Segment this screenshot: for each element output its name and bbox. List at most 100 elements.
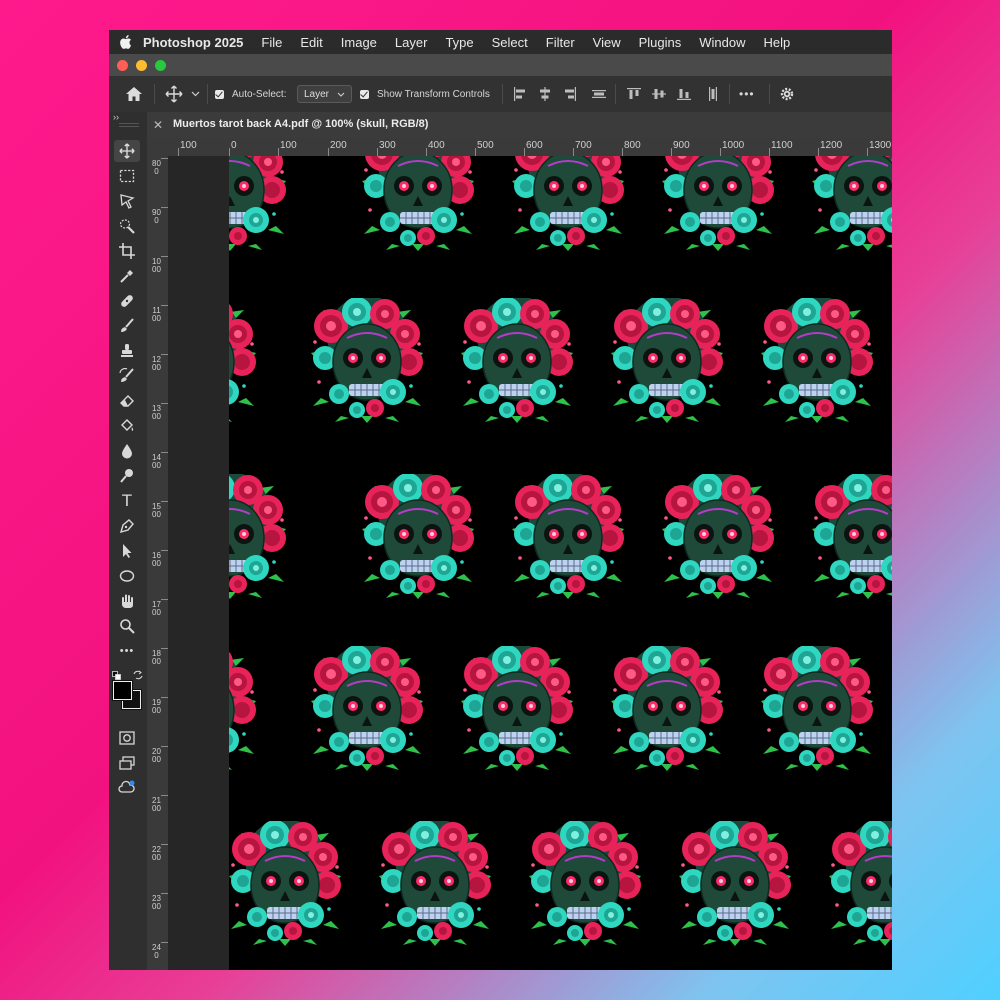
- swap-colors-icon[interactable]: [133, 667, 143, 685]
- skull-motif: [662, 156, 774, 251]
- show-transform-label: Show Transform Controls: [377, 88, 490, 100]
- distribute-vertical-icon[interactable]: [706, 76, 720, 112]
- gear-icon[interactable]: [779, 76, 795, 112]
- document-canvas[interactable]: [229, 156, 892, 970]
- more-options-button[interactable]: •••: [739, 76, 755, 112]
- close-tab-button[interactable]: ✕: [153, 118, 163, 132]
- menu-type[interactable]: Type: [445, 35, 473, 50]
- menu-select[interactable]: Select: [492, 35, 528, 50]
- skull-motif: [679, 821, 791, 946]
- move-tool-preset-icon[interactable]: [165, 76, 183, 112]
- show-transform-checkbox[interactable]: [360, 76, 369, 112]
- history-brush-tool-icon[interactable]: [114, 365, 140, 387]
- healing-brush-tool-icon[interactable]: [114, 290, 140, 312]
- skull-motif: [379, 821, 491, 946]
- ellipse-tool-icon[interactable]: [114, 565, 140, 587]
- chevron-down-icon: [337, 92, 345, 97]
- eyedropper-tool-icon[interactable]: [114, 265, 140, 287]
- foreground-color-swatch[interactable]: [112, 680, 133, 701]
- horizontal-ruler[interactable]: 100 0 100 200 300 400 500 600 700 800 900 1000 1100 1…: [168, 138, 892, 156]
- dodge-tool-icon[interactable]: [114, 465, 140, 487]
- tools-panel-header: ››: [109, 112, 147, 138]
- menu-edit[interactable]: Edit: [300, 35, 322, 50]
- apple-icon[interactable]: [109, 34, 143, 50]
- align-middle-icon[interactable]: [652, 76, 666, 112]
- auto-select-checkbox[interactable]: [215, 76, 224, 112]
- ruler-label: 1300: [869, 140, 892, 151]
- vertical-ruler[interactable]: 800 900 1000 1100 1200 1300 1400 1500 1600 1700 18…: [147, 156, 168, 970]
- menu-filter[interactable]: Filter: [546, 35, 575, 50]
- skull-motif: [812, 156, 892, 251]
- pen-tool-icon[interactable]: [114, 515, 140, 537]
- distribute-horizontal-icon[interactable]: [592, 76, 606, 112]
- edit-toolbar-button[interactable]: •••: [114, 640, 140, 662]
- ruler-label: 1300: [152, 404, 161, 421]
- panel-grip[interactable]: [119, 123, 139, 127]
- move-tool-icon[interactable]: [114, 140, 140, 162]
- skull-motif: [461, 298, 573, 423]
- quick-mask-icon[interactable]: [114, 727, 140, 749]
- align-right-icon[interactable]: [563, 76, 577, 112]
- ruler-tick: [178, 148, 179, 156]
- clone-stamp-tool-icon[interactable]: [114, 340, 140, 362]
- menu-view[interactable]: View: [593, 35, 621, 50]
- ruler-origin[interactable]: [147, 138, 168, 156]
- ruler-label: 100: [180, 140, 197, 151]
- marquee-tool-icon[interactable]: [114, 165, 140, 187]
- hand-tool-icon[interactable]: [114, 590, 140, 612]
- ruler-tick: [328, 148, 329, 156]
- align-left-icon[interactable]: [513, 76, 527, 112]
- menu-help[interactable]: Help: [764, 35, 791, 50]
- skull-motif: [229, 474, 286, 599]
- close-window-button[interactable]: [117, 60, 128, 71]
- minimize-window-button[interactable]: [136, 60, 147, 71]
- app-menu[interactable]: Photoshop 2025: [143, 35, 243, 50]
- paint-bucket-tool-icon[interactable]: [114, 415, 140, 437]
- ruler-tick: [229, 148, 230, 156]
- ruler-tick: [161, 942, 168, 943]
- ruler-label: 1400: [152, 453, 161, 470]
- menu-image[interactable]: Image: [341, 35, 377, 50]
- ruler-label: 1800: [152, 649, 161, 666]
- eraser-tool-icon[interactable]: [114, 390, 140, 412]
- type-tool-icon[interactable]: T: [114, 490, 140, 512]
- lasso-tool-icon[interactable]: [114, 190, 140, 212]
- crop-tool-icon[interactable]: [114, 240, 140, 262]
- align-top-icon[interactable]: [627, 76, 641, 112]
- ruler-label: 300: [379, 140, 396, 151]
- ruler-label: 1500: [152, 502, 161, 519]
- ruler-tick: [161, 305, 168, 306]
- ruler-label: 1200: [820, 140, 843, 151]
- ruler-tick: [426, 148, 427, 156]
- menu-layer[interactable]: Layer: [395, 35, 428, 50]
- share-cloud-icon[interactable]: [114, 777, 140, 799]
- ruler-tick: [161, 746, 168, 747]
- path-select-tool-icon[interactable]: [114, 540, 140, 562]
- align-bottom-icon[interactable]: [677, 76, 691, 112]
- ruler-label: 500: [477, 140, 494, 151]
- home-icon[interactable]: [125, 76, 143, 112]
- collapse-panel-button[interactable]: ››: [113, 112, 119, 122]
- ruler-tick: [161, 501, 168, 502]
- skull-motif: [229, 646, 256, 771]
- screen-mode-icon[interactable]: [114, 752, 140, 774]
- menu-file[interactable]: File: [261, 35, 282, 50]
- document-tab[interactable]: ✕ Muertos tarot back A4.pdf @ 100% (skul…: [147, 112, 892, 138]
- menu-plugins[interactable]: Plugins: [639, 35, 682, 50]
- ruler-tick: [161, 452, 168, 453]
- ruler-label: 900: [673, 140, 690, 151]
- window-titlebar: [109, 54, 892, 76]
- brush-tool-icon[interactable]: [114, 315, 140, 337]
- auto-select-dropdown[interactable]: Layer: [297, 76, 353, 112]
- ruler-label: 1900: [152, 698, 161, 715]
- zoom-window-button[interactable]: [155, 60, 166, 71]
- auto-select-label: Auto-Select:: [232, 88, 287, 100]
- menu-window[interactable]: Window: [699, 35, 745, 50]
- blur-tool-icon[interactable]: [114, 440, 140, 462]
- chevron-down-icon[interactable]: [191, 76, 200, 112]
- quick-select-tool-icon[interactable]: [114, 215, 140, 237]
- zoom-tool-icon[interactable]: [114, 615, 140, 637]
- align-center-icon[interactable]: [538, 76, 552, 112]
- ruler-label: 800: [624, 140, 641, 151]
- ruler-tick: [161, 550, 168, 551]
